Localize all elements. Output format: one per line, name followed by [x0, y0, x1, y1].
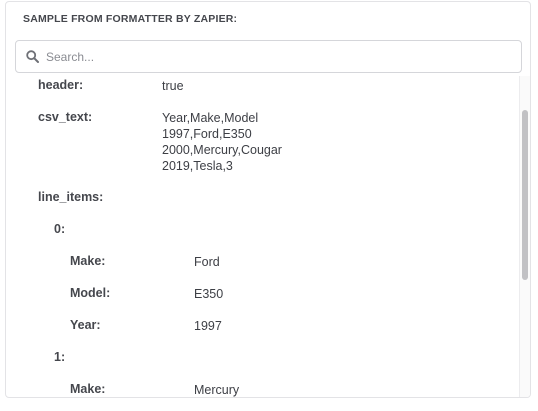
scrollbar-track[interactable]: [519, 76, 530, 397]
field-value-csv-text: Year,Make,Model 1997,Ford,E350 2000,Merc…: [162, 110, 282, 174]
item-key-make: Make:: [70, 254, 106, 268]
field-value-header: true: [162, 79, 184, 93]
csv-line: 2000,Mercury,Cougar: [162, 143, 282, 157]
search-icon: [26, 50, 39, 63]
item-key-make: Make:: [70, 382, 106, 396]
sample-panel: SAMPLE FROM FORMATTER BY ZAPIER: header:…: [5, 1, 531, 398]
search-input[interactable]: [46, 41, 516, 72]
field-key-header: header:: [38, 78, 84, 92]
item-value-make: Mercury: [194, 383, 240, 397]
item-value-model: E350: [194, 287, 224, 301]
item-key-model: Model:: [70, 286, 111, 300]
item-value-make: Ford: [194, 255, 220, 269]
item-value-year: 1997: [194, 319, 222, 333]
field-key-csv-text: csv_text:: [38, 110, 93, 124]
panel-title: SAMPLE FROM FORMATTER BY ZAPIER:: [23, 13, 238, 25]
line-item-index: 0:: [54, 222, 66, 236]
data-tree: header: true csv_text: Year,Make,Model 1…: [6, 74, 516, 397]
line-item-index: 1:: [54, 350, 66, 364]
search-box[interactable]: [15, 40, 522, 73]
csv-line: 1997,Ford,E350: [162, 127, 252, 141]
csv-line: Year,Make,Model: [162, 111, 259, 125]
csv-line: 2019,Tesla,3: [162, 159, 233, 173]
scrollbar-thumb[interactable]: [522, 110, 528, 280]
field-key-line-items: line_items:: [38, 190, 104, 204]
item-key-year: Year:: [70, 318, 101, 332]
